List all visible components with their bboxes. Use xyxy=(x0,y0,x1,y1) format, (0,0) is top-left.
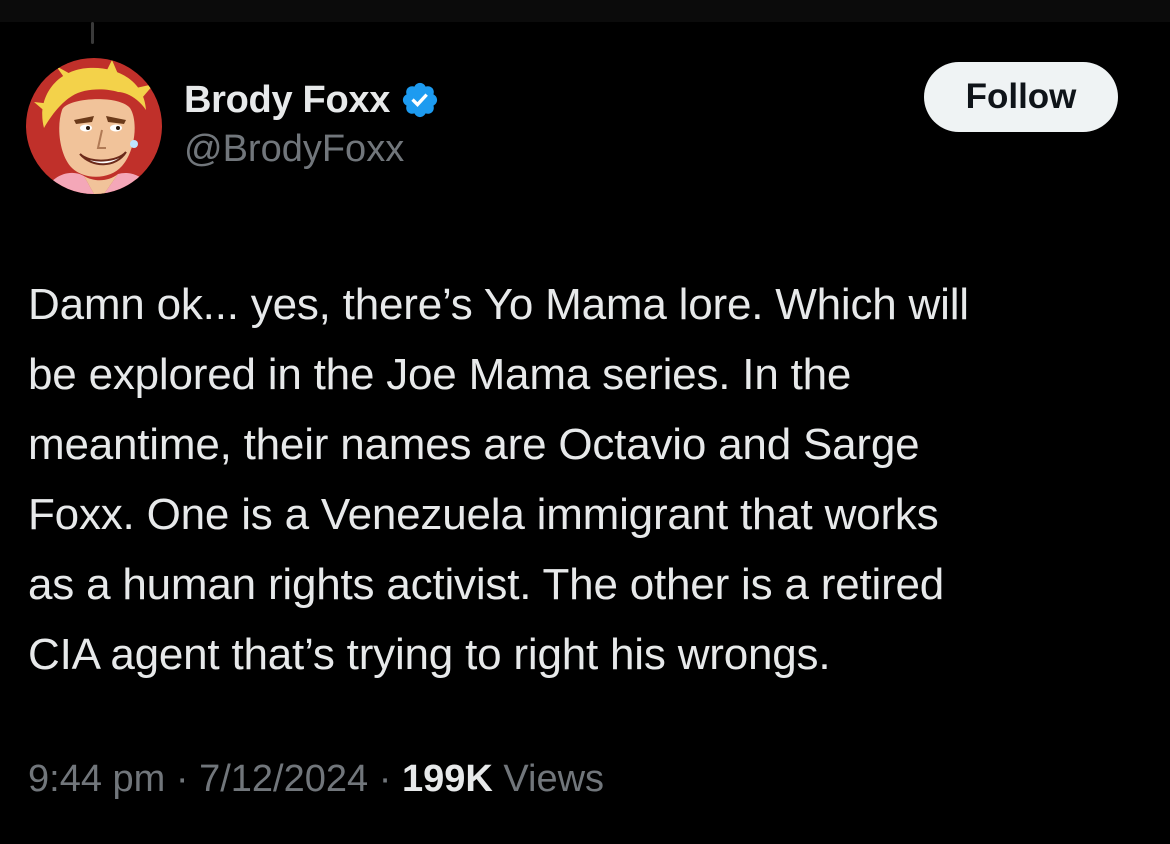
avatar[interactable] xyxy=(26,58,162,194)
meta-separator: · xyxy=(165,758,200,800)
top-strip xyxy=(0,0,1170,22)
follow-button[interactable]: Follow xyxy=(924,62,1118,132)
verified-badge-icon xyxy=(400,80,440,120)
views-count[interactable]: 199K xyxy=(402,758,493,801)
author-display-name[interactable]: Brody Foxx xyxy=(184,79,390,122)
views-label[interactable]: Views xyxy=(493,758,604,801)
author-handle[interactable]: @BrodyFoxx xyxy=(184,128,404,171)
tweet-date[interactable]: 7/12/2024 xyxy=(199,758,368,801)
author-name-row: Brody Foxx xyxy=(184,76,440,124)
tweet-meta: 9:44 pm · 7/12/2024 · 199K Views xyxy=(28,758,604,801)
tweet-time[interactable]: 9:44 pm xyxy=(28,758,165,801)
tweet-text: Damn ok... yes, there’s Yo Mama lore. Wh… xyxy=(28,280,969,679)
meta-separator: · xyxy=(368,758,402,800)
thread-connector-line xyxy=(91,22,94,44)
cartoon-avatar-icon xyxy=(26,58,162,194)
